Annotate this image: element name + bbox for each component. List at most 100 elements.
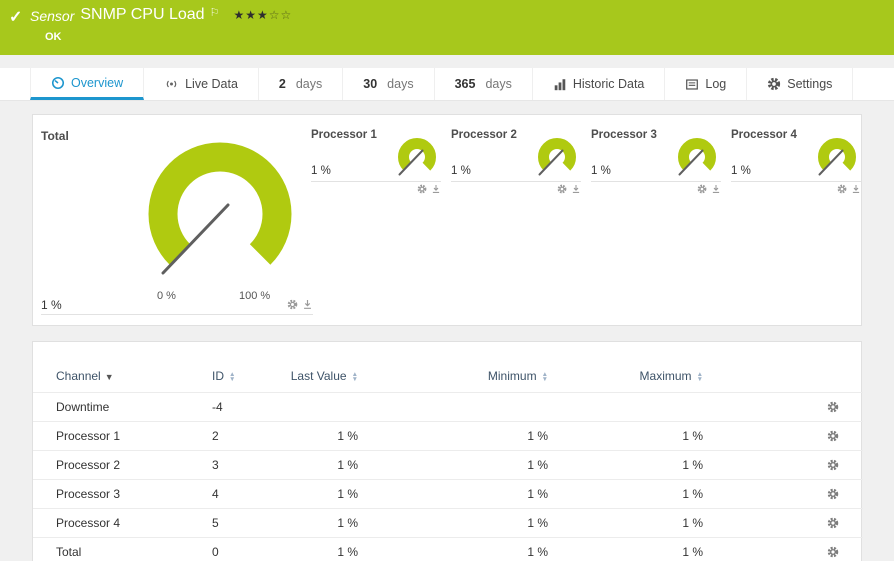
gauge-processor-1-gear-icon[interactable] [417,184,427,194]
tab-2-days[interactable]: 2 days [259,68,343,100]
column-header-id[interactable]: ID▲▼ [200,362,278,393]
overview-gauge-icon [51,76,65,90]
gauge-processor-1-value: 1 % [311,165,331,177]
gauge-processor-3: Processor 3 1 % [591,129,721,193]
stars-empty[interactable]: ☆☆ [269,8,293,22]
column-header-id-label: ID [212,369,224,383]
tab-365-days-number: 365 [455,77,476,91]
tab-historic-data-label: Historic Data [573,77,645,91]
gauge-processor-2-dial [533,133,581,181]
divider [311,181,441,182]
gauge-processor-4-gear-icon[interactable] [837,184,847,194]
cell-channel: Processor 2 [33,451,200,480]
gauge-processor-4-pin-icon[interactable] [851,184,861,194]
priority-flag-icon[interactable]: ⚐ [210,6,220,19]
column-header-last-value[interactable]: Last Value▲▼ [278,362,378,393]
cell-last-value: 1 % [278,422,378,451]
column-header-channel[interactable]: Channel ▼ [33,362,200,393]
cell-id: -4 [200,393,278,422]
cell-maximum: 1 % [568,451,723,480]
column-header-maximum[interactable]: Maximum▲▼ [568,362,723,393]
historic-data-chart-icon [553,78,567,91]
tab-30-days[interactable]: 30 days [343,68,434,100]
gauge-total-pin-icon[interactable] [302,299,313,310]
cell-minimum: 1 % [378,480,568,509]
gauge-processor-1-pin-icon[interactable] [431,184,441,194]
tab-365-days-word: days [485,77,511,91]
cell-last-value: 1 % [278,451,378,480]
cell-channel: Downtime [33,393,200,422]
channel-settings-gear-icon[interactable] [827,517,839,529]
gauge-processor-3-dial [673,133,721,181]
tab-live-data[interactable]: Live Data [144,68,259,100]
column-header-minimum[interactable]: Minimum ▲▼ [378,362,568,393]
gauge-total-gear-icon[interactable] [287,299,298,310]
table-row-downtime[interactable]: Downtime -4 [33,393,863,422]
table-row-processor-4[interactable]: Processor 4 5 1 % 1 % 1 % [33,509,863,538]
table-header-row: Channel▼ ID▲▼ Last Value▲▼ Minimum▲▼ Max… [33,362,863,393]
live-data-broadcast-icon [164,77,179,91]
channel-settings-gear-icon[interactable] [827,401,839,413]
cell-last-value [278,393,378,422]
tab-overview[interactable]: Overview [30,68,144,100]
column-header-minimum-label: Minimum [488,369,537,383]
sensor-name: SNMP CPU Load [80,6,204,24]
cell-channel: Processor 4 [33,509,200,538]
channel-settings-gear-icon[interactable] [827,430,839,442]
cell-id: 0 [200,538,278,561]
cell-id: 2 [200,422,278,451]
tab-30-days-number: 30 [363,77,377,91]
gauge-processor-2-value: 1 % [451,165,471,177]
cell-channel: Processor 3 [33,480,200,509]
tab-overview-label: Overview [71,76,123,90]
gauge-total-dial [135,129,305,299]
cell-last-value: 1 % [278,538,378,561]
gauge-processor-2-gear-icon[interactable] [557,184,567,194]
gauge-processor-3-gear-icon[interactable] [697,184,707,194]
tab-log-label: Log [705,77,726,91]
cell-minimum [378,393,568,422]
gauge-processor-2-pin-icon[interactable] [571,184,581,194]
column-header-channel-label: Channel [56,369,101,383]
gauge-processor-3-value: 1 % [591,165,611,177]
tab-log[interactable]: Log [665,68,747,100]
sensor-title-row: Sensor SNMP CPU Load ⚐ ★★★☆☆ [30,6,292,24]
status-ok-check-icon: ✓ [9,7,22,27]
table-row-processor-3[interactable]: Processor 3 4 1 % 1 % 1 % [33,480,863,509]
cell-maximum: 1 % [568,480,723,509]
priority-stars[interactable]: ★★★☆☆ [233,6,292,22]
cell-last-value: 1 % [278,509,378,538]
gauge-processor-3-pin-icon[interactable] [711,184,721,194]
object-kind-label: Sensor [30,6,74,24]
log-list-icon [685,78,699,91]
cell-maximum: 1 % [568,538,723,561]
gauges-panel: Total 0 % 100 % 1 % Processor 1 [32,114,862,326]
tab-bar: Overview Live Data 2 days 30 days 365 da… [0,68,894,101]
settings-gear-icon [767,77,781,91]
channel-settings-gear-icon[interactable] [827,459,839,471]
channel-settings-gear-icon[interactable] [827,488,839,500]
gauge-total-value: 1 % [41,298,62,312]
column-header-maximum-label: Maximum [640,369,692,383]
cell-maximum: 1 % [568,422,723,451]
cell-maximum [568,393,723,422]
channel-table-panel: Channel▼ ID▲▼ Last Value▲▼ Minimum▲▼ Max… [32,341,862,561]
cell-minimum: 1 % [378,422,568,451]
table-row-processor-2[interactable]: Processor 2 3 1 % 1 % 1 % [33,451,863,480]
cell-minimum: 1 % [378,509,568,538]
table-row-processor-1[interactable]: Processor 1 2 1 % 1 % 1 % [33,422,863,451]
table-row-total[interactable]: Total 0 1 % 1 % 1 % [33,538,863,561]
sort-both-icon: ▲▼ [542,372,548,382]
gauge-processor-4: Processor 4 1 % [731,129,861,193]
gauge-processor-4-value: 1 % [731,165,751,177]
sort-desc-icon: ▼ [105,372,114,382]
channel-settings-gear-icon[interactable] [827,546,839,558]
tab-settings-label: Settings [787,77,832,91]
tab-30-days-word: days [387,77,413,91]
cell-last-value: 1 % [278,480,378,509]
sort-both-icon: ▲▼ [352,372,358,382]
tab-historic-data[interactable]: Historic Data [533,68,666,100]
stars-filled[interactable]: ★★★ [233,8,268,22]
tab-365-days[interactable]: 365 days [435,68,533,100]
tab-settings[interactable]: Settings [747,68,853,100]
